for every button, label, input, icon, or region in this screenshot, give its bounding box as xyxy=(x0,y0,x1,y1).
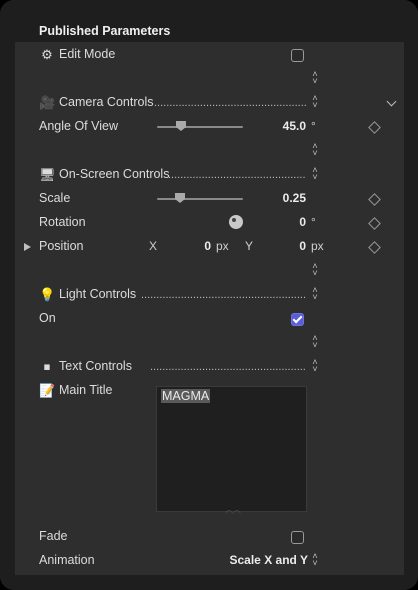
scale-slider-knob[interactable] xyxy=(175,193,185,203)
angle-of-view-unit: ° xyxy=(311,119,316,133)
gear-icon: ⚙ xyxy=(41,47,53,62)
leader-dots: ........................................… xyxy=(150,361,306,371)
animation-popup-value[interactable]: Scale X and Y xyxy=(230,553,309,567)
keyframe-diamond-icon[interactable] xyxy=(368,121,381,134)
text-controls-row: ⏹ Text Controls ........................… xyxy=(0,357,418,377)
disclosure-triangle-icon[interactable] xyxy=(24,243,31,251)
camera-controls-popup[interactable]: ˄ ˅ xyxy=(310,94,320,111)
stepper-row-3: ˄ ˅ xyxy=(0,261,418,281)
keyframe-diamond-icon[interactable] xyxy=(368,193,381,206)
position-label: Position xyxy=(39,239,84,253)
light-controls-label: Light Controls xyxy=(59,287,137,301)
text-controls-popup[interactable]: ˄ ˅ xyxy=(310,358,320,375)
animation-label: Animation xyxy=(39,553,95,567)
stepper-row-2: ˄ ˅ xyxy=(0,141,418,161)
leader-dots: ........................................… xyxy=(168,169,306,179)
panel-footer xyxy=(0,575,418,590)
leader-dots: ........................................… xyxy=(154,97,306,107)
scale-value[interactable]: 0.25 xyxy=(250,191,306,205)
onscreen-controls-row: 🖥 On-Screen Controls ...................… xyxy=(0,165,418,185)
rotation-value[interactable]: 0 xyxy=(250,215,306,229)
on-row: On xyxy=(0,309,418,329)
animation-row: Animation Scale X and Y ˄ ˅ xyxy=(0,551,418,571)
main-title-textarea[interactable]: MAGMA xyxy=(156,386,307,512)
scale-label: Scale xyxy=(39,191,71,205)
monitor-icon: 🖥 xyxy=(39,167,56,182)
position-x-unit: px xyxy=(216,239,229,253)
stop-square-icon: ⏹ xyxy=(43,359,51,374)
panel-title: Published Parameters xyxy=(39,24,171,38)
rotation-unit: ° xyxy=(311,215,316,229)
camera-controls-label: Camera Controls xyxy=(59,95,154,109)
camera-icon: 🎥 xyxy=(39,95,56,110)
rotation-row: Rotation 0 ° xyxy=(0,213,418,233)
main-title-text[interactable]: MAGMA xyxy=(161,389,211,403)
leader-dots: ........................................… xyxy=(141,289,306,299)
position-x-label: X xyxy=(149,239,158,253)
stepper-row-1: ˄ ˅ xyxy=(0,69,418,89)
stepper-row-4: ˄ ˅ xyxy=(0,333,418,353)
text-controls-label: Text Controls xyxy=(59,359,132,373)
edit-mode-label: Edit Mode xyxy=(59,47,116,61)
angle-of-view-value[interactable]: 45.0 xyxy=(250,119,306,133)
fade-row: Fade xyxy=(0,527,418,547)
keyframe-diamond-icon[interactable] xyxy=(368,241,381,254)
fade-label: Fade xyxy=(39,529,68,543)
keyframe-diamond-icon[interactable] xyxy=(368,217,381,230)
onscreen-controls-popup[interactable]: ˄ ˅ xyxy=(310,166,320,183)
position-row: Position X 0 px Y 0 px xyxy=(0,237,418,257)
position-y-label: Y xyxy=(245,239,254,253)
chevron-updown-icon[interactable]: ˄ ˅ xyxy=(310,70,320,87)
edit-mode-checkbox[interactable] xyxy=(291,49,304,62)
rotation-label: Rotation xyxy=(39,215,86,229)
animation-popup[interactable]: ˄ ˅ xyxy=(310,552,320,569)
position-y-unit: px xyxy=(311,239,324,253)
notepad-icon: 📝 xyxy=(39,383,56,398)
on-label: On xyxy=(39,311,56,325)
angle-of-view-row: Angle Of View 45.0 ° xyxy=(0,117,418,137)
on-checkbox[interactable] xyxy=(291,313,304,326)
light-controls-row: 💡 Light Controls .......................… xyxy=(0,285,418,305)
chevron-updown-icon[interactable]: ˄ ˅ xyxy=(310,262,320,279)
light-controls-popup[interactable]: ˄ ˅ xyxy=(310,286,320,303)
published-parameters-panel: Published Parameters ⚙ Edit Mode ˄ ˅ 🎥 Ca… xyxy=(0,0,418,590)
chevron-updown-icon[interactable]: ˄ ˅ xyxy=(310,142,320,159)
onscreen-controls-label: On-Screen Controls xyxy=(59,167,170,181)
resize-handle-icon[interactable]: ◠◠ xyxy=(222,508,244,518)
scale-slider[interactable] xyxy=(157,198,243,200)
angle-of-view-label: Angle Of View xyxy=(39,119,118,133)
main-title-label: Main Title xyxy=(59,383,113,397)
edit-mode-row: ⚙ Edit Mode xyxy=(0,45,418,65)
angle-of-view-slider-knob[interactable] xyxy=(176,121,186,131)
camera-controls-row: 🎥 Camera Controls ......................… xyxy=(0,93,418,113)
chevron-updown-icon[interactable]: ˄ ˅ xyxy=(310,334,320,351)
scale-row: Scale 0.25 xyxy=(0,189,418,209)
chevron-down-icon[interactable] xyxy=(386,96,397,107)
panel-header: Published Parameters xyxy=(0,0,418,42)
rotation-dial[interactable] xyxy=(229,215,243,229)
fade-checkbox[interactable] xyxy=(291,531,304,544)
angle-of-view-slider[interactable] xyxy=(157,126,243,128)
lightbulb-icon: 💡 xyxy=(39,287,56,302)
position-y-value[interactable]: 0 xyxy=(265,239,306,253)
position-x-value[interactable]: 0 xyxy=(170,239,211,253)
